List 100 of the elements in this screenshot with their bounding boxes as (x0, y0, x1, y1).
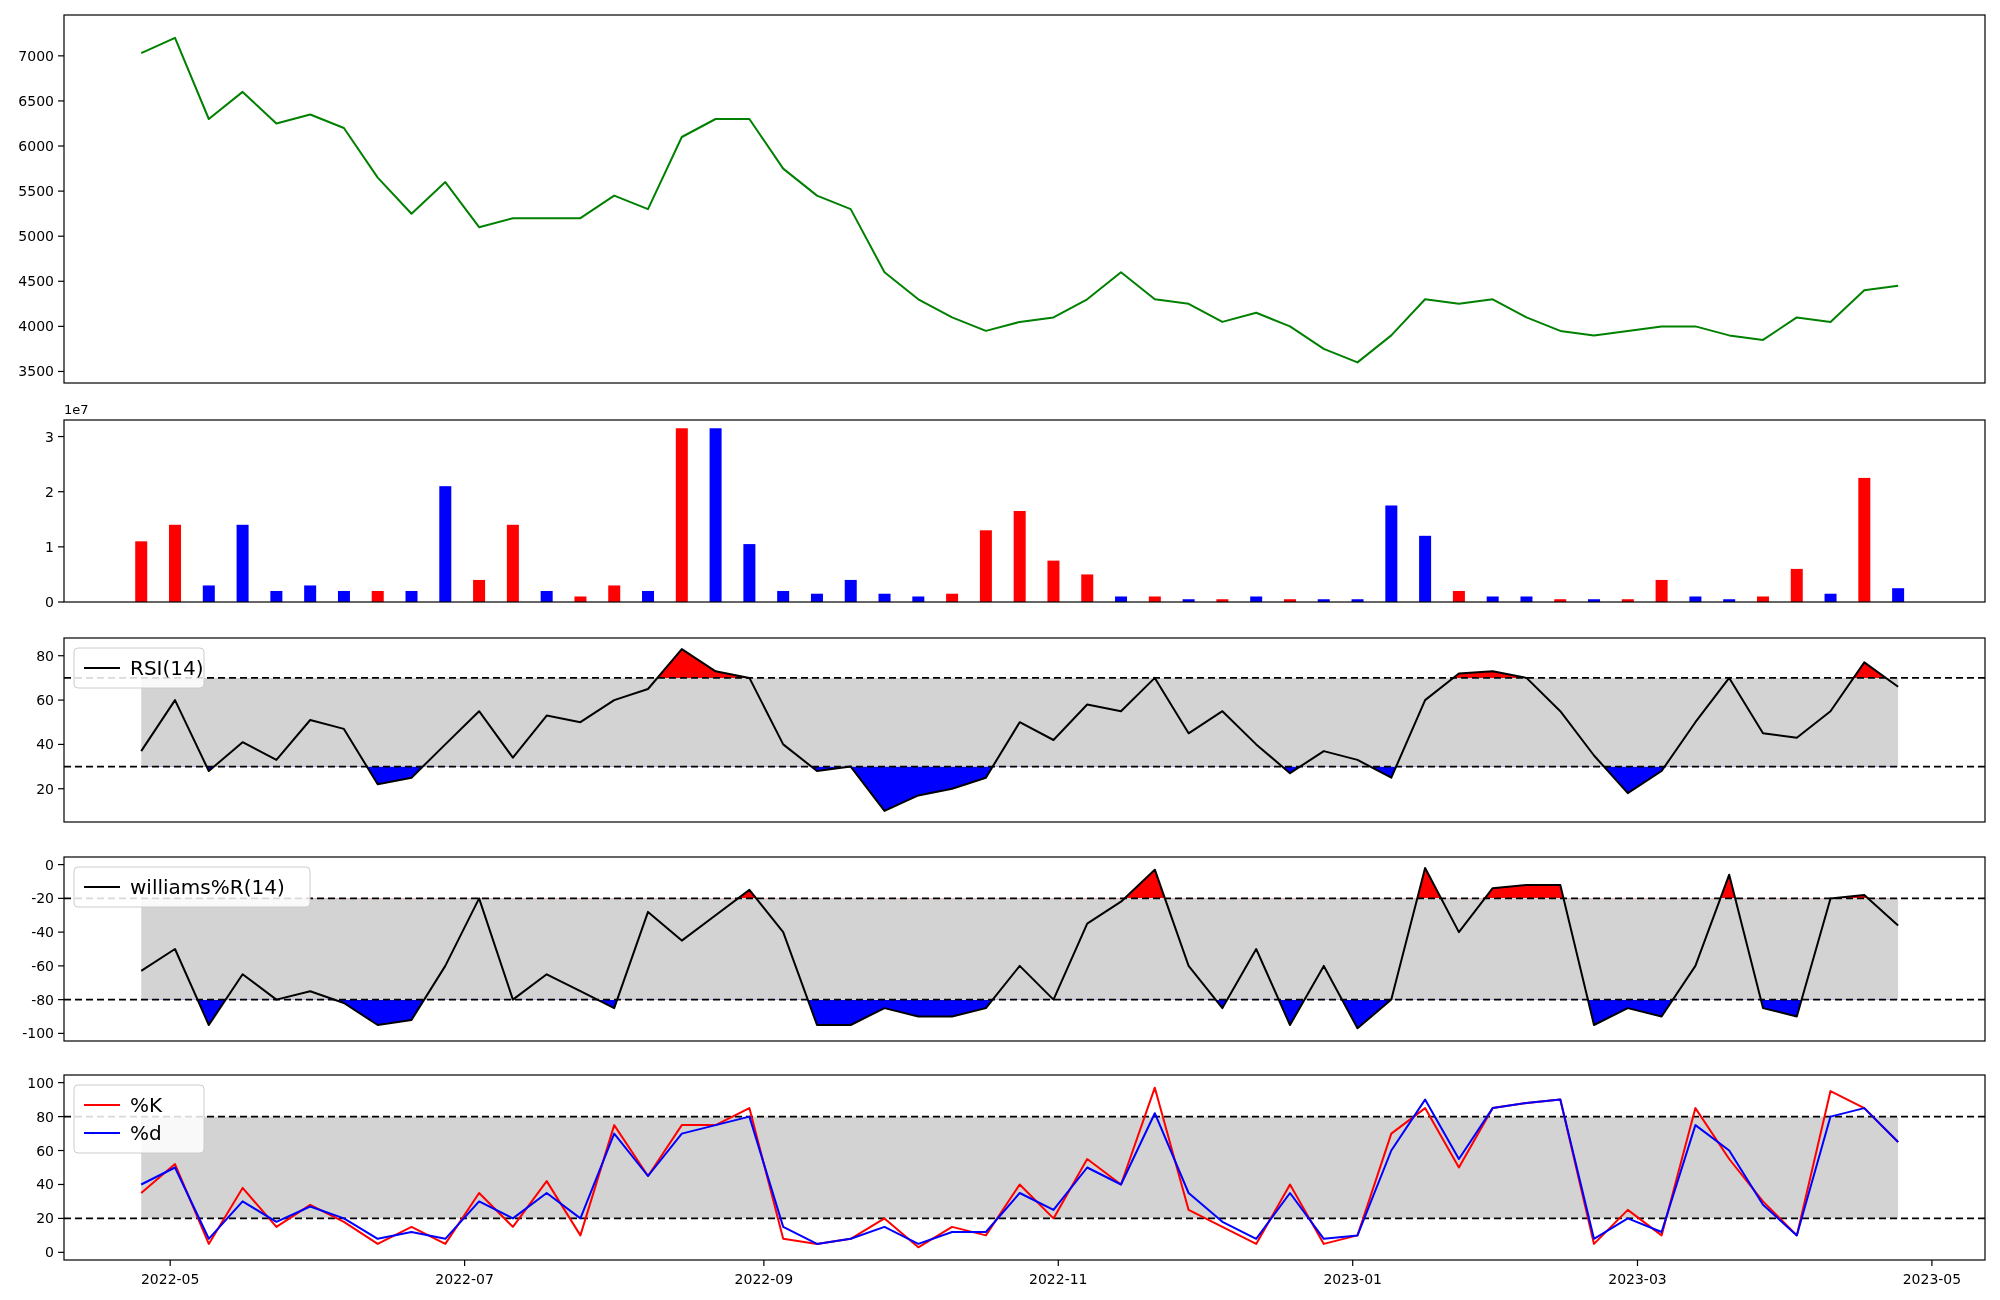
tick-label: 3 (45, 428, 54, 445)
volume-bar (1250, 596, 1263, 602)
tick-label: 2022-09 (734, 1271, 794, 1287)
volume-bar (1621, 599, 1634, 602)
tick-mark (57, 655, 65, 657)
volume-bar (1824, 593, 1837, 602)
tick-label: 1 (45, 538, 54, 555)
tick-mark (57, 743, 65, 745)
tick-label: -60 (31, 957, 54, 974)
tick-mark (57, 864, 65, 866)
volume-bar (1588, 599, 1601, 602)
tick-mark (57, 235, 65, 237)
volume-bar (1790, 568, 1803, 602)
tick-mark (57, 965, 65, 967)
volume-bar (1317, 599, 1330, 602)
volume-bar (574, 596, 587, 602)
tick-mark (57, 280, 65, 282)
legend-label: williams%R(14) (130, 875, 285, 899)
volume-bar (1419, 535, 1432, 602)
volume-bar (1520, 596, 1533, 602)
volume-bar (743, 544, 756, 602)
tick-mark (57, 145, 65, 147)
volume-bar (1182, 599, 1195, 602)
tick-mark (1352, 1259, 1354, 1267)
volume-bar (642, 590, 654, 602)
tick-mark (57, 100, 65, 102)
tick-label: 2022-11 (1029, 1271, 1088, 1287)
volume-bar (473, 579, 486, 602)
tick-mark (57, 435, 65, 438)
tick-mark (57, 190, 65, 192)
tick-label: 60 (36, 1142, 54, 1159)
tick-label: 40 (36, 1176, 54, 1193)
tick-mark (57, 1217, 65, 1219)
volume-bar (371, 590, 384, 602)
tick-label: 7000 (18, 47, 54, 64)
tick-mark (57, 1082, 65, 1084)
tick-mark (57, 601, 65, 603)
volume-bar (1689, 596, 1702, 602)
volume-bar (1723, 599, 1736, 602)
tick-mark (57, 325, 65, 327)
volume-bar (1216, 599, 1229, 602)
tick-label: 5500 (18, 183, 54, 200)
tick-label: -20 (31, 890, 54, 907)
volume-bar (946, 593, 959, 602)
volume-bar (337, 590, 350, 602)
tick-mark (464, 1259, 466, 1267)
tick-mark (169, 1259, 171, 1267)
volume-bar (1351, 599, 1364, 602)
tick-label: 2022-07 (435, 1271, 494, 1287)
tick-mark (57, 699, 65, 701)
volume-bar (540, 590, 553, 602)
tick-label: 20 (36, 1210, 54, 1227)
tick-label: 40 (36, 736, 54, 753)
volume-bar (1655, 579, 1668, 602)
tick-mark (57, 491, 65, 493)
tick-mark (57, 546, 65, 548)
tick-label: 2 (45, 483, 54, 500)
tick-mark (57, 1251, 65, 1253)
volume-bar (912, 596, 925, 602)
tick-mark (57, 1183, 65, 1186)
volume-bar (1486, 596, 1499, 602)
volume-bar (844, 579, 857, 602)
tick-label: -80 (31, 991, 54, 1008)
tick-label: 100 (27, 1074, 54, 1091)
tick-label: 2023-03 (1608, 1271, 1667, 1287)
tick-mark (57, 55, 65, 57)
volume-bar (270, 590, 283, 602)
tick-label: 5000 (18, 228, 54, 245)
volume-bar (1892, 588, 1905, 602)
volume-bar (1148, 596, 1161, 602)
legend-label: %K (130, 1093, 163, 1117)
tick-label: 80 (36, 647, 54, 664)
tick-label: -100 (22, 1025, 54, 1042)
tick-label: -40 (31, 924, 54, 941)
volume-bar (810, 593, 823, 602)
tick-mark (1931, 1259, 1933, 1267)
tick-label: 2022-05 (140, 1271, 200, 1287)
axis-offset-label: 1e7 (64, 402, 89, 417)
tick-mark (57, 370, 65, 373)
tick-label: 0 (45, 594, 54, 610)
tick-label: 0 (45, 1244, 54, 1261)
volume-bar (777, 590, 790, 602)
tick-label: 20 (36, 780, 54, 797)
tick-label: 2023-05 (1902, 1271, 1962, 1287)
tick-label: 4000 (18, 318, 54, 335)
volume-bar (1554, 599, 1567, 602)
volume-bar (1756, 596, 1769, 602)
tick-mark (57, 1032, 65, 1034)
tick-label: 6500 (18, 92, 54, 109)
tick-mark (763, 1259, 765, 1267)
volume-bar (878, 593, 891, 602)
tick-label: 6000 (18, 138, 54, 154)
tick-label: 2023-01 (1323, 1271, 1382, 1287)
legend-label: RSI(14) (130, 656, 204, 680)
tick-label: 80 (36, 1108, 54, 1125)
volume-bar (135, 541, 148, 602)
volume-bar (979, 530, 992, 602)
tick-label: 0 (45, 856, 54, 873)
tick-mark (57, 788, 65, 790)
tick-mark (57, 931, 65, 933)
